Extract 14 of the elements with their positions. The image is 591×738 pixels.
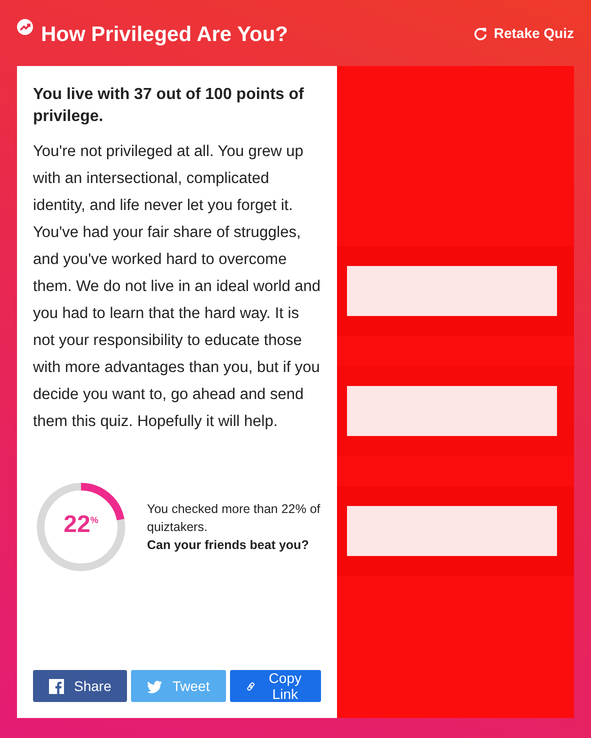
bird-icon (147, 678, 162, 694)
copy-link-button[interactable]: Copy Link (230, 670, 321, 702)
facebook-share-button[interactable]: Share (33, 670, 128, 702)
percentile-text: You checked more than 22% of quiztakers. (147, 501, 321, 536)
quiz-title: How Privileged Are You? (41, 23, 288, 47)
percentile-value: 22$^{%}$ (62, 511, 100, 539)
result-headline: You live with 37 out of 100 points of privilege. (33, 85, 305, 127)
result-description: You're not privileged at all. You grew up with an intersectional, complicated identity, and life never let you forget it. You've had your fair share of struggles, and you've worked hard to overcome them. We do not live in an ideal world and you had to learn that the hard way. It is not your responsibility to educate those with more advantages than you, but if you decide you want to, go ahead and send them this quiz. Hopefully it will help. (33, 142, 321, 432)
challenge-text: Can your friends beat you? (147, 537, 310, 554)
twitter-share-button[interactable]: Tweet (131, 670, 226, 702)
trending-icon (17, 19, 33, 35)
retake-quiz-button[interactable]: Retake Quiz (472, 25, 574, 41)
refresh-icon (472, 26, 488, 40)
facebook-icon (49, 678, 64, 694)
